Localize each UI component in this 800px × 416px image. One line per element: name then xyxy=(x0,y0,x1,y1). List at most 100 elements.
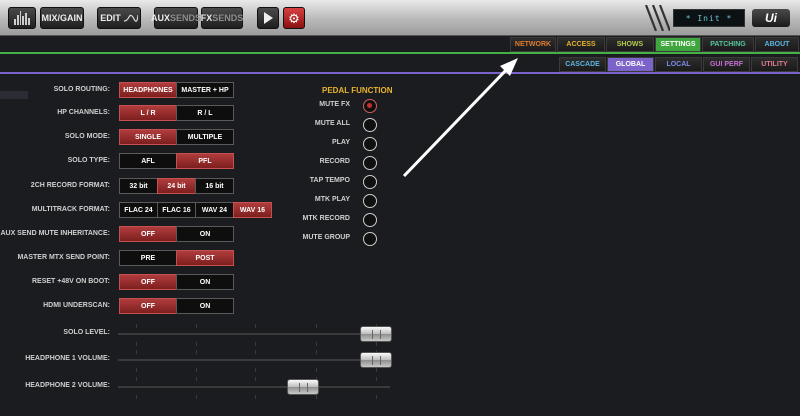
reset-48v-off[interactable]: OFF xyxy=(119,274,177,290)
pedal-option-label: PLAY xyxy=(331,139,350,146)
meters-button[interactable] xyxy=(8,7,36,29)
slider-ticks xyxy=(118,342,390,346)
pedal-option-radio[interactable] xyxy=(363,232,377,246)
solo-type-toggle: AFL PFL xyxy=(119,153,234,169)
setting-label: RESET +48V ON BOOT: xyxy=(32,278,110,285)
tab-cascade[interactable]: CASCADE xyxy=(559,57,606,72)
aux-sends-suffix: SENDS xyxy=(170,13,202,23)
solo-routing-toggle: HEADPHONES MASTER + HP xyxy=(119,82,234,98)
pedal-option-radio[interactable] xyxy=(363,118,377,132)
aux-mute-inheritance-off[interactable]: OFF xyxy=(119,226,177,242)
tab-gui-perf[interactable]: GUI PERF xyxy=(703,57,750,72)
top-toolbar: MIX/GAIN EDIT AUXSENDS FXSENDS ⚙ * Init … xyxy=(0,0,800,36)
secondary-tabs: CASCADE GLOBAL LOCAL GUI PERF UTILITY xyxy=(559,57,798,72)
solo-type-pfl[interactable]: PFL xyxy=(176,153,234,169)
primary-tabs: NETWORK ACCESS SHOWS SETTINGS PATCHING A… xyxy=(510,37,799,52)
pedal-option-radio[interactable] xyxy=(363,194,377,208)
slider-label: HEADPHONE 2 VOLUME: xyxy=(25,382,110,389)
mtk-format-wav16[interactable]: WAV 16 xyxy=(233,202,272,218)
reset-48v-on[interactable]: ON xyxy=(176,274,234,290)
slider-ticks xyxy=(118,324,390,328)
mix-gain-button[interactable]: MIX/GAIN xyxy=(40,7,84,29)
solo-mode-multiple[interactable]: MULTIPLE xyxy=(176,129,234,145)
hp-channels-toggle: L / R R / L xyxy=(119,105,234,121)
mtk-format-flac24[interactable]: FLAC 24 xyxy=(119,202,158,218)
hp-channels-rl[interactable]: R / L xyxy=(176,105,234,121)
slider-thumb[interactable] xyxy=(286,379,319,395)
multitrack-format-toggle: FLAC 24 FLAC 16 WAV 24 WAV 16 xyxy=(119,202,272,218)
tab-utility[interactable]: UTILITY xyxy=(751,57,798,72)
slider-label: SOLO LEVEL: xyxy=(63,329,110,336)
edit-button[interactable]: EDIT xyxy=(97,7,141,29)
mtx-send-point-pre[interactable]: PRE xyxy=(119,250,177,266)
slider-ticks xyxy=(118,377,390,381)
fx-sends-button[interactable]: FXSENDS xyxy=(201,7,243,29)
tab-label: LOCAL xyxy=(666,61,691,68)
play-button[interactable] xyxy=(257,7,279,29)
stripes-decoration xyxy=(644,5,670,31)
tab-label: SETTINGS xyxy=(660,41,696,48)
slider-track[interactable] xyxy=(118,333,390,335)
solo-routing-headphones[interactable]: HEADPHONES xyxy=(119,82,177,98)
tab-patching[interactable]: PATCHING xyxy=(702,37,754,52)
settings-gear-button[interactable]: ⚙ xyxy=(283,7,305,29)
hp-channels-lr[interactable]: L / R xyxy=(119,105,177,121)
tab-label: ABOUT xyxy=(764,41,790,48)
pedal-option-radio[interactable] xyxy=(363,213,377,227)
fx-sends-suffix: SENDS xyxy=(212,13,244,23)
2ch-format-24bit[interactable]: 24 bit xyxy=(157,178,196,194)
play-icon xyxy=(263,12,273,24)
setting-label: MASTER MTX SEND POINT: xyxy=(17,254,110,261)
eq-curve-icon xyxy=(123,14,138,22)
slider-thumb[interactable] xyxy=(360,326,393,342)
2ch-format-32bit[interactable]: 32 bit xyxy=(119,178,158,194)
master-mtx-send-point-toggle: PRE POST xyxy=(119,250,234,266)
setting-label: HDMI UNDERSCAN: xyxy=(43,302,110,309)
tab-settings[interactable]: SETTINGS xyxy=(655,37,701,52)
setting-label: SOLO ROUTING: xyxy=(53,86,110,93)
tab-label: UTILITY xyxy=(761,61,788,68)
hdmi-underscan-off[interactable]: OFF xyxy=(119,298,177,314)
pedal-option-label: RECORD xyxy=(319,158,350,165)
tab-global[interactable]: GLOBAL xyxy=(607,57,654,72)
slider-label: HEADPHONE 1 VOLUME: xyxy=(25,355,110,362)
tab-label: SHOWS xyxy=(616,41,644,48)
pedal-option-label: MTK PLAY xyxy=(314,196,350,203)
slider-thumb[interactable] xyxy=(360,352,393,368)
mtk-format-wav24[interactable]: WAV 24 xyxy=(195,202,234,218)
tab-label: PATCHING xyxy=(710,41,746,48)
aux-sends-prefix: AUX xyxy=(150,13,170,23)
solo-mode-single[interactable]: SINGLE xyxy=(119,129,177,145)
ui-logo: Ui xyxy=(752,9,790,27)
slider-ticks xyxy=(118,350,390,354)
setting-label: SOLO TYPE: xyxy=(67,157,110,164)
pedal-option-radio[interactable] xyxy=(363,175,377,189)
pedal-option-radio[interactable] xyxy=(363,99,377,113)
slider-track[interactable] xyxy=(118,359,390,361)
aux-send-mute-inheritance-toggle: OFF ON xyxy=(119,226,234,242)
tab-label: GUI PERF xyxy=(709,61,744,68)
2ch-format-16bit[interactable]: 16 bit xyxy=(195,178,234,194)
pedal-option-radio[interactable] xyxy=(363,137,377,151)
2ch-record-format-toggle: 32 bit 24 bit 16 bit xyxy=(119,178,234,194)
solo-routing-master-hp[interactable]: MASTER + HP xyxy=(176,82,234,98)
mix-gain-label: MIX/GAIN xyxy=(41,13,83,23)
solo-type-afl[interactable]: AFL xyxy=(119,153,177,169)
tab-access[interactable]: ACCESS xyxy=(557,37,605,52)
solo-mode-toggle: SINGLE MULTIPLE xyxy=(119,129,234,145)
hdmi-underscan-on[interactable]: ON xyxy=(176,298,234,314)
tab-about[interactable]: ABOUT xyxy=(755,37,799,52)
mtx-send-point-post[interactable]: POST xyxy=(176,250,234,266)
pedal-option-radio[interactable] xyxy=(363,156,377,170)
slider-track[interactable] xyxy=(118,386,390,388)
mtk-format-flac16[interactable]: FLAC 16 xyxy=(157,202,196,218)
slider-ticks xyxy=(118,395,390,399)
aux-mute-inheritance-on[interactable]: ON xyxy=(176,226,234,242)
tab-shows[interactable]: SHOWS xyxy=(606,37,654,52)
aux-sends-button[interactable]: AUXSENDS xyxy=(150,7,202,29)
gear-icon: ⚙ xyxy=(288,10,300,26)
pedal-function-title: PEDAL FUNCTION xyxy=(322,86,393,95)
tab-network[interactable]: NETWORK xyxy=(510,37,556,52)
tab-local[interactable]: LOCAL xyxy=(655,57,702,72)
edit-label: EDIT xyxy=(100,13,121,23)
